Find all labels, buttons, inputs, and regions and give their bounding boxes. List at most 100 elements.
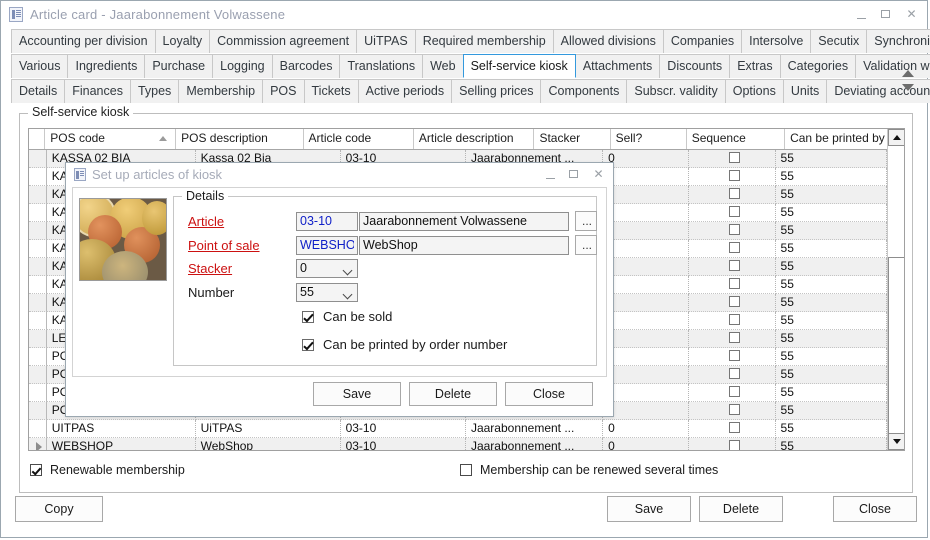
tab-logging[interactable]: Logging — [212, 54, 273, 78]
tab-pos[interactable]: POS — [262, 79, 304, 103]
grid-column-header-stacker[interactable]: Stacker — [534, 129, 610, 149]
delete-button[interactable]: Delete — [699, 496, 783, 522]
sell-checkbox[interactable] — [729, 224, 740, 235]
row-selector-cell[interactable] — [29, 168, 47, 186]
tab-active-periods[interactable]: Active periods — [358, 79, 453, 103]
grid-column-header-sell[interactable]: Sell? — [611, 129, 687, 149]
tab-self-service-kiosk[interactable]: Self-service kiosk — [463, 54, 576, 78]
table-row[interactable]: WEBSHOPWebShop03-10Jaarabonnement ...055 — [29, 438, 904, 451]
tab-accounting-per-division[interactable]: Accounting per division — [11, 29, 156, 53]
article-description-input[interactable] — [359, 212, 569, 231]
grid-vertical-scrollbar[interactable] — [887, 129, 904, 450]
tab-barcodes[interactable]: Barcodes — [272, 54, 341, 78]
dialog-close-button[interactable]: Close — [505, 382, 593, 406]
dialog-save-button[interactable]: Save — [313, 382, 401, 406]
tab-secutix[interactable]: Secutix — [810, 29, 867, 53]
article-browse-button[interactable]: ... — [575, 211, 597, 231]
tab-various[interactable]: Various — [11, 54, 68, 78]
tab-attachments[interactable]: Attachments — [575, 54, 660, 78]
dialog-close-icon[interactable]: ✕ — [593, 169, 604, 180]
row-selector-cell[interactable] — [29, 402, 47, 420]
can-be-sold-checkbox[interactable]: Can be sold — [302, 309, 392, 324]
save-button[interactable]: Save — [607, 496, 691, 522]
tab-options[interactable]: Options — [725, 79, 784, 103]
dialog-delete-button[interactable]: Delete — [409, 382, 497, 406]
row-selector-cell[interactable] — [29, 330, 47, 348]
tab-translations[interactable]: Translations — [339, 54, 423, 78]
sell-checkbox[interactable] — [729, 404, 740, 415]
grid-column-header-pos-description[interactable]: POS description — [176, 129, 303, 149]
grid-column-header-article-code[interactable]: Article code — [304, 129, 414, 149]
copy-button[interactable]: Copy — [15, 496, 103, 522]
sell-checkbox[interactable] — [729, 314, 740, 325]
minimize-icon[interactable] — [856, 9, 867, 20]
point-of-sale-label-link[interactable]: Point of sale — [188, 238, 296, 253]
scroll-down-button[interactable] — [888, 433, 905, 450]
row-selector-cell[interactable] — [29, 240, 47, 258]
tab-synchronisations[interactable]: Synchronisations — [866, 29, 930, 53]
tab-details[interactable]: Details — [11, 79, 65, 103]
sell-checkbox[interactable] — [729, 170, 740, 181]
table-row[interactable]: UITPASUiTPAS03-10Jaarabonnement ...055 — [29, 420, 904, 438]
sell-checkbox[interactable] — [729, 206, 740, 217]
tab-scroll-down-icon[interactable] — [902, 84, 914, 91]
tab-subscr-validity[interactable]: Subscr. validity — [626, 79, 725, 103]
row-selector-cell[interactable] — [29, 258, 47, 276]
row-selector-cell[interactable] — [29, 438, 47, 451]
sell-checkbox[interactable] — [729, 278, 740, 289]
point-of-sale-code-input[interactable] — [296, 236, 358, 255]
row-selector-cell[interactable] — [29, 204, 47, 222]
renewable-membership-checkbox[interactable]: Renewable membership — [30, 463, 460, 477]
tab-types[interactable]: Types — [130, 79, 179, 103]
stacker-dropdown[interactable]: 0 — [296, 259, 358, 278]
row-selector-cell[interactable] — [29, 294, 47, 312]
row-selector-cell[interactable] — [29, 222, 47, 240]
row-selector-cell[interactable] — [29, 186, 47, 204]
article-label-link[interactable]: Article — [188, 214, 296, 229]
sell-checkbox[interactable] — [729, 242, 740, 253]
tab-selling-prices[interactable]: Selling prices — [451, 79, 541, 103]
tab-components[interactable]: Components — [540, 79, 627, 103]
can-be-printed-checkbox[interactable]: Can be printed by order number — [302, 337, 507, 352]
tab-allowed-divisions[interactable]: Allowed divisions — [553, 29, 664, 53]
tab-ingredients[interactable]: Ingredients — [67, 54, 145, 78]
maximize-icon[interactable] — [881, 9, 892, 20]
tab-discounts[interactable]: Discounts — [659, 54, 730, 78]
dialog-minimize-icon[interactable] — [545, 169, 556, 180]
sell-checkbox[interactable] — [729, 386, 740, 397]
tab-membership[interactable]: Membership — [178, 79, 263, 103]
tab-purchase[interactable]: Purchase — [144, 54, 213, 78]
sell-checkbox[interactable] — [729, 350, 740, 361]
sell-checkbox[interactable] — [729, 152, 740, 163]
point-of-sale-browse-button[interactable]: ... — [575, 235, 597, 255]
tab-companies[interactable]: Companies — [663, 29, 742, 53]
article-code-input[interactable] — [296, 212, 358, 231]
sell-checkbox[interactable] — [729, 422, 740, 433]
grid-column-header-sequence[interactable]: Sequence — [687, 129, 785, 149]
tab-uitpas[interactable]: UiTPAS — [356, 29, 416, 53]
close-icon[interactable]: ✕ — [906, 9, 917, 20]
sell-checkbox[interactable] — [729, 296, 740, 307]
number-dropdown[interactable]: 55 — [296, 283, 358, 302]
sell-checkbox[interactable] — [729, 368, 740, 379]
tab-categories[interactable]: Categories — [780, 54, 856, 78]
grid-column-header-article-description[interactable]: Article description — [414, 129, 535, 149]
row-selector-cell[interactable] — [29, 420, 47, 438]
scroll-up-button[interactable] — [888, 129, 905, 146]
tab-scroll-up-icon[interactable] — [902, 70, 914, 77]
close-button[interactable]: Close — [833, 496, 917, 522]
stacker-label-link[interactable]: Stacker — [188, 261, 296, 276]
grid-column-header-pos-code[interactable]: POS code — [45, 129, 176, 149]
tab-loyalty[interactable]: Loyalty — [155, 29, 211, 53]
tab-extras[interactable]: Extras — [729, 54, 780, 78]
tab-intersolve[interactable]: Intersolve — [741, 29, 811, 53]
row-selector-cell[interactable] — [29, 348, 47, 366]
dialog-maximize-icon[interactable] — [569, 169, 580, 180]
tab-commission-agreement[interactable]: Commission agreement — [209, 29, 357, 53]
row-selector-cell[interactable] — [29, 276, 47, 294]
sell-checkbox[interactable] — [729, 332, 740, 343]
tab-units[interactable]: Units — [783, 79, 827, 103]
sell-checkbox[interactable] — [729, 260, 740, 271]
tab-tickets[interactable]: Tickets — [304, 79, 359, 103]
scrollbar-thumb[interactable] — [888, 257, 905, 445]
